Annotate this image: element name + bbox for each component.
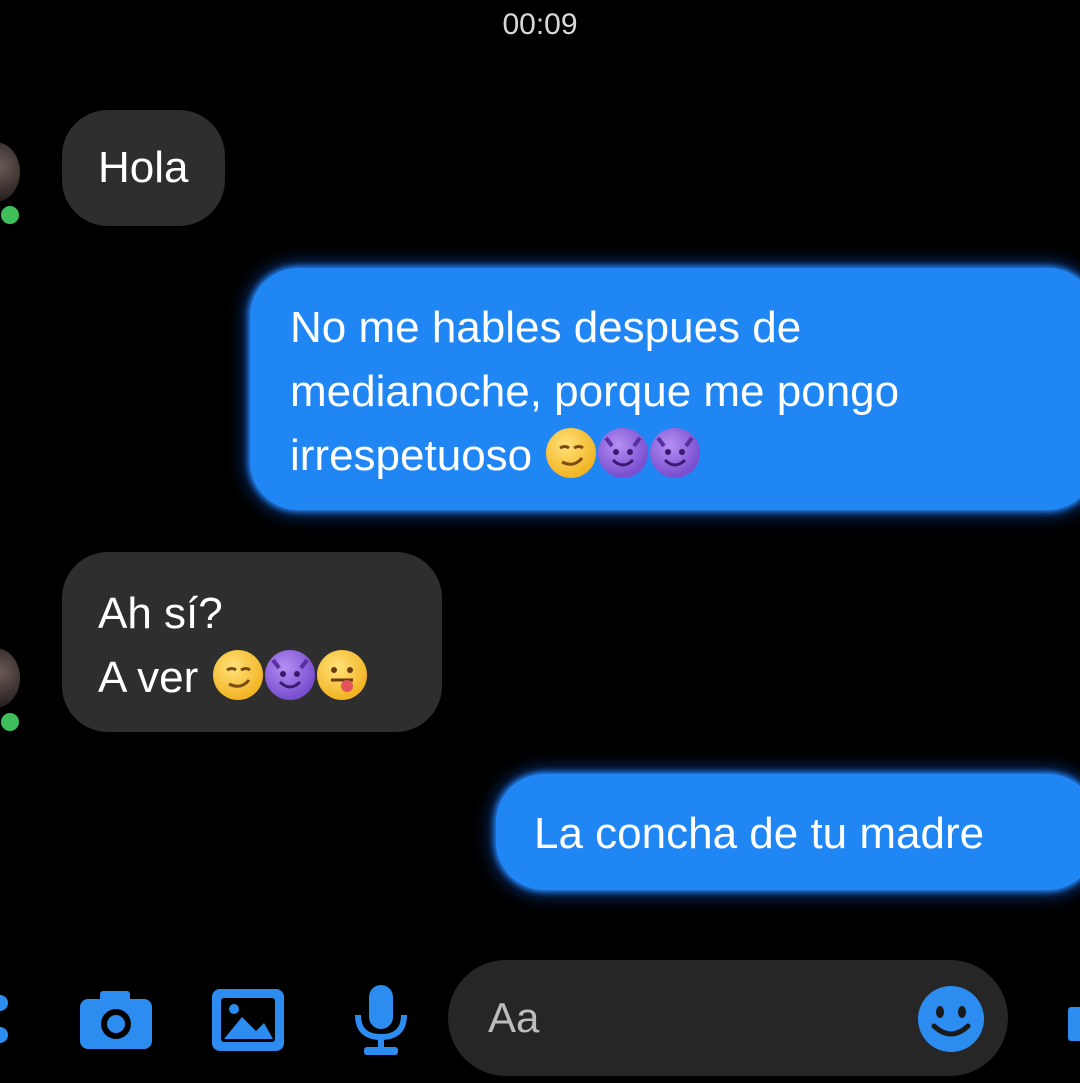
message-timestamp: 00:09 [502, 8, 578, 41]
message-text-line: medianoche, porque me pongo [290, 367, 900, 416]
smirk-emoji [546, 428, 597, 478]
message-text: La concha de tu madre [534, 809, 985, 858]
online-status-dot [0, 710, 22, 734]
contact-avatar[interactable] [0, 648, 20, 708]
message-bubble-incoming[interactable]: Hola [62, 110, 225, 226]
microphone-icon[interactable] [352, 985, 410, 1055]
message-text: Hola [98, 143, 189, 192]
smirk-emoji [212, 650, 263, 700]
camera-icon[interactable] [76, 985, 156, 1055]
message-text-line: irrespetuoso [290, 424, 1056, 488]
message-text-line: No me hables despues de [290, 303, 802, 352]
smiling-devil-emoji [598, 428, 649, 478]
emoji-icon[interactable] [916, 984, 986, 1054]
message-input-placeholder: Aa [488, 994, 540, 1041]
message-input[interactable]: Aa [448, 960, 1008, 1076]
smiling-devil-emoji [650, 428, 701, 478]
message-text-line: Ah sí? [98, 589, 223, 638]
message-bubble-incoming[interactable]: Ah sí? A ver [62, 552, 442, 732]
message-bubble-outgoing[interactable]: La concha de tu madre [496, 774, 1080, 890]
online-status-dot [0, 203, 22, 227]
contact-avatar[interactable] [0, 142, 20, 202]
smiling-devil-emoji [264, 650, 315, 700]
more-icon[interactable] [0, 985, 16, 1055]
gallery-icon[interactable] [210, 985, 286, 1055]
like-icon[interactable] [1066, 985, 1080, 1055]
message-text-line: A ver [98, 646, 406, 710]
tongue-out-emoji [316, 650, 367, 700]
message-bubble-outgoing[interactable]: No me hables despues de medianoche, porq… [250, 268, 1080, 510]
